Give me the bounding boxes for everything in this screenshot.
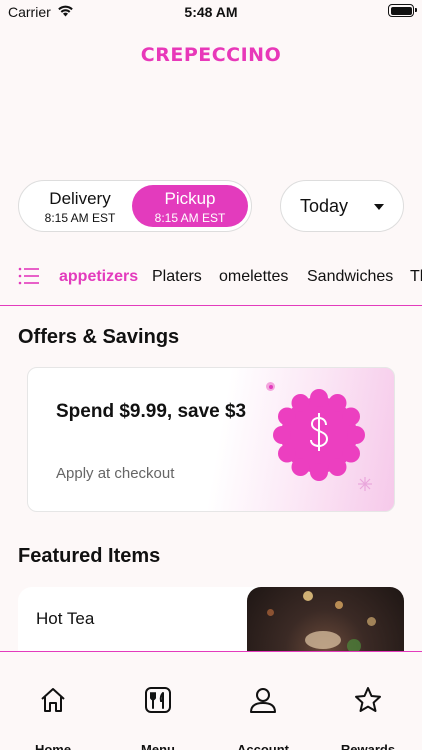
- category-appetizers[interactable]: appetizers: [59, 268, 138, 286]
- brand-logo: CREPECCINO: [140, 44, 282, 66]
- caret-down-icon: [374, 204, 384, 210]
- tab-bar: Home Menu Account Rewards: [0, 651, 422, 750]
- category-platers[interactable]: Platers: [152, 268, 202, 286]
- day-selector-value: Today: [300, 196, 349, 216]
- dollar-badge-icon: [272, 388, 366, 487]
- offers-title: Offers & Savings: [18, 326, 180, 348]
- tab-menu[interactable]: Menu: [106, 652, 210, 750]
- tab-rewards[interactable]: Rewards: [316, 652, 420, 750]
- featured-title: Featured Items: [18, 545, 161, 567]
- delivery-time: 8:15 AM EST: [44, 211, 116, 225]
- tab-rewards-label: Rewards: [340, 742, 396, 750]
- offer-card[interactable]: Spend $9.99, save $3 Apply at checkout: [27, 367, 395, 512]
- category-bar: appetizers Platers omelettes Sandwiches …: [0, 258, 422, 298]
- star-icon: [355, 687, 381, 712]
- tab-account[interactable]: Account: [211, 652, 315, 750]
- menu-icon: [145, 687, 171, 713]
- category-omelettes[interactable]: omelettes: [219, 268, 288, 286]
- menu-list-icon[interactable]: [18, 266, 40, 291]
- category-sandwiches[interactable]: Sandwiches: [307, 268, 393, 286]
- pickup-option[interactable]: Pickup 8:15 AM EST: [132, 185, 248, 227]
- tab-menu-label: Menu: [141, 742, 175, 750]
- home-icon: [41, 688, 65, 712]
- pickup-label: Pickup: [164, 189, 216, 208]
- account-icon: [250, 688, 276, 713]
- pickup-time: 8:15 AM EST: [154, 211, 226, 225]
- offer-subtitle: Apply at checkout: [56, 465, 175, 482]
- status-bar: Carrier 5:48 AM: [0, 0, 422, 26]
- category-th[interactable]: Th: [410, 268, 422, 286]
- order-mode-switch: Delivery 8:15 AM EST Pickup 8:15 AM EST: [18, 180, 252, 232]
- category-divider: [0, 305, 422, 306]
- sparkle-star-icon: [357, 476, 373, 497]
- day-selector[interactable]: Today: [280, 180, 404, 232]
- offer-headline: Spend $9.99, save $3: [56, 401, 247, 422]
- tab-home[interactable]: Home: [1, 652, 105, 750]
- clock: 5:48 AM: [184, 4, 238, 20]
- delivery-option[interactable]: Delivery 8:15 AM EST: [22, 185, 138, 227]
- tab-home-label: Home: [34, 742, 72, 750]
- battery-icon: [388, 4, 417, 17]
- tab-account-label: Account: [237, 742, 289, 750]
- featured-item-name: Hot Tea: [36, 609, 95, 628]
- delivery-label: Delivery: [49, 189, 111, 208]
